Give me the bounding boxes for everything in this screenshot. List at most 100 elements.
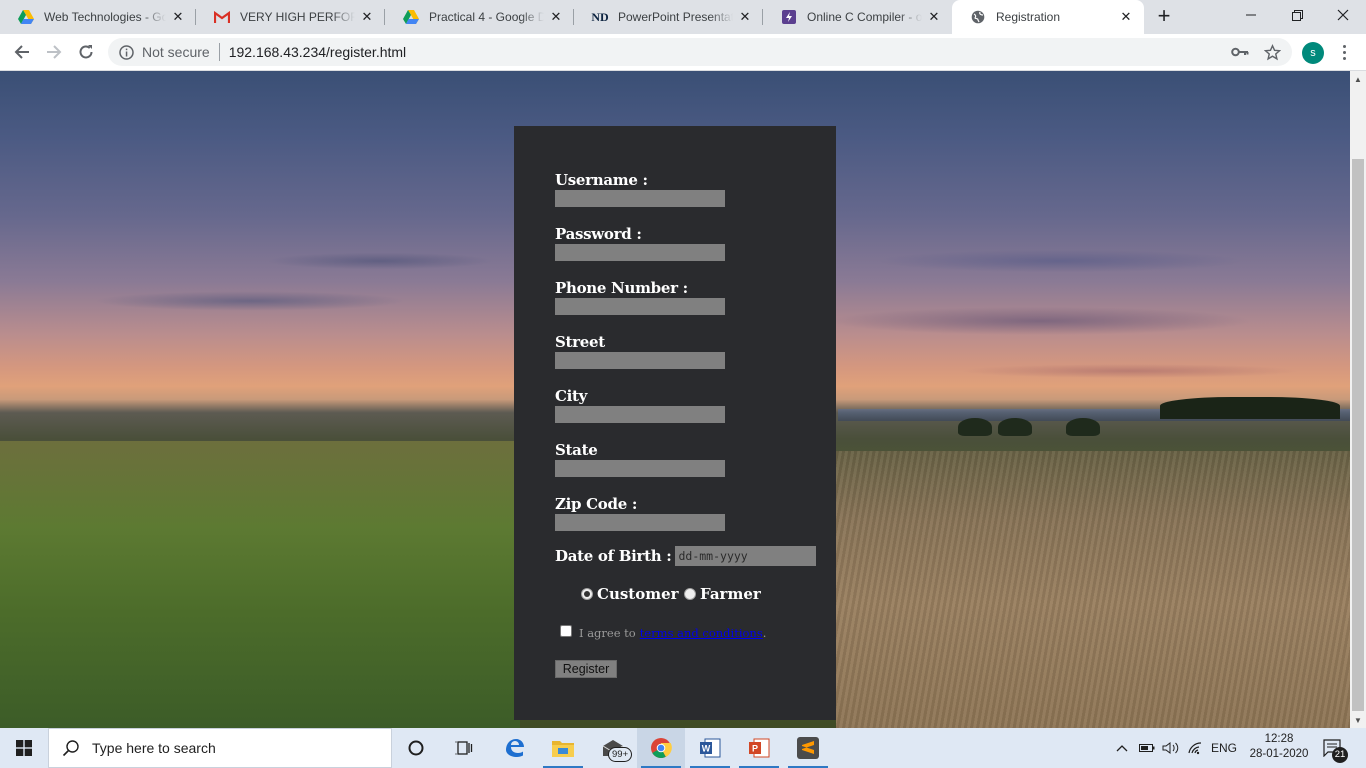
forward-button[interactable] [42, 40, 66, 64]
terms-link[interactable]: terms and conditions [640, 626, 763, 640]
farmer-radio[interactable] [684, 588, 696, 600]
google-drive-icon [403, 9, 419, 25]
edge-icon[interactable] [490, 728, 538, 768]
background-tree [958, 418, 992, 436]
chrome-icon[interactable] [637, 728, 685, 768]
state-input[interactable] [555, 460, 725, 477]
password-input[interactable] [555, 244, 725, 261]
customer-radio[interactable] [581, 588, 593, 600]
taskbar-search[interactable]: Type here to search [48, 728, 392, 768]
phone-label: Phone Number : [555, 279, 688, 297]
back-button[interactable] [10, 40, 34, 64]
street-input[interactable] [555, 352, 725, 369]
info-icon[interactable] [118, 44, 134, 60]
state-label: State [555, 441, 598, 459]
date-of-birth-label: Date of Birth : [555, 547, 672, 565]
cortana-icon[interactable] [392, 728, 440, 768]
close-icon[interactable]: ✕ [170, 9, 186, 25]
close-window-button[interactable] [1320, 0, 1366, 30]
scroll-down-arrow-icon[interactable]: ▼ [1350, 712, 1366, 728]
battery-icon[interactable] [1136, 728, 1158, 768]
scroll-up-arrow-icon[interactable]: ▲ [1350, 71, 1366, 87]
svg-text:P: P [752, 744, 758, 754]
scroll-thumb[interactable] [1352, 159, 1364, 711]
state-field: State [555, 441, 725, 477]
background-tree [998, 418, 1032, 436]
agree-checkbox[interactable] [560, 625, 572, 637]
registration-form: Username : Password : Phone Number : Str… [514, 126, 836, 720]
background-tree [1066, 418, 1100, 436]
wifi-icon[interactable] [1184, 728, 1206, 768]
word-icon[interactable]: W [686, 728, 734, 768]
agree-text: I agree to [579, 626, 636, 640]
close-icon[interactable]: ✕ [548, 9, 564, 25]
tab-title: Online C Compiler - onl [807, 10, 922, 24]
mail-icon[interactable]: 99+ [589, 728, 637, 768]
sublime-text-icon[interactable] [784, 728, 832, 768]
tab-very-high-performa[interactable]: VERY HIGH PERFORMA ✕ [196, 0, 385, 34]
more-menu-icon[interactable] [1336, 42, 1352, 62]
new-tab-button[interactable]: + [1152, 5, 1176, 29]
url-text[interactable]: 192.168.43.234/register.html [229, 44, 406, 60]
security-label: Not secure [142, 44, 210, 60]
file-explorer-icon[interactable] [539, 728, 587, 768]
svg-text:W: W [702, 744, 711, 754]
tab-title: Practical 4 - Google Dri [429, 10, 544, 24]
date-of-birth-input[interactable]: dd-mm-yyyy [675, 546, 817, 566]
mail-badge: 99+ [608, 747, 633, 762]
street-field: Street [555, 333, 725, 369]
tab-web-technologies[interactable]: Web Technologies - Go ✕ [0, 0, 196, 34]
task-view-icon[interactable] [440, 728, 488, 768]
username-label: Username : [555, 171, 648, 189]
profile-avatar[interactable]: s [1302, 42, 1324, 64]
register-button[interactable]: Register [555, 660, 617, 678]
close-icon[interactable]: ✕ [1118, 9, 1134, 25]
close-icon[interactable]: ✕ [359, 9, 375, 25]
start-button[interactable] [0, 728, 48, 768]
reload-icon [79, 45, 93, 59]
show-hidden-icons-icon[interactable] [1112, 728, 1132, 768]
zip-code-field: Zip Code : [555, 495, 725, 531]
tab-online-c-compiler[interactable]: Online C Compiler - onl ✕ [763, 0, 952, 34]
city-field: City [555, 387, 725, 423]
reload-button[interactable] [74, 40, 98, 64]
password-field: Password : [555, 225, 725, 261]
role-option-farmer[interactable]: Farmer [684, 585, 761, 603]
background-grass-field [0, 441, 520, 728]
phone-input[interactable] [555, 298, 725, 315]
tab-title: Web Technologies - Go [44, 10, 166, 24]
tab-title: VERY HIGH PERFORMA [240, 10, 355, 24]
tab-registration[interactable]: Registration ✕ [952, 0, 1144, 34]
tab-practical-4[interactable]: Practical 4 - Google Dri ✕ [385, 0, 574, 34]
page-viewport: Username : Password : Phone Number : Str… [0, 71, 1366, 728]
minimize-button[interactable] [1228, 0, 1274, 30]
zip-code-input[interactable] [555, 514, 725, 531]
star-icon[interactable] [1262, 42, 1282, 62]
username-field: Username : [555, 171, 725, 207]
gmail-icon [214, 9, 230, 25]
close-icon[interactable]: ✕ [926, 9, 942, 25]
restore-button[interactable] [1274, 0, 1320, 30]
page-scrollbar[interactable]: ▲ ▼ [1350, 71, 1366, 728]
street-label: Street [555, 333, 605, 351]
close-icon[interactable]: ✕ [737, 9, 753, 25]
search-icon [62, 740, 79, 757]
tab-powerpoint-presentation[interactable]: ND PowerPoint Presentation ✕ [574, 0, 763, 34]
username-input[interactable] [555, 190, 725, 207]
forward-arrow-icon [47, 45, 62, 59]
key-icon[interactable] [1230, 42, 1250, 62]
browser-toolbar: Not secure 192.168.43.234/register.html … [0, 34, 1366, 71]
role-option-customer[interactable]: Customer [581, 585, 679, 603]
clock-date: 28-01-2020 [1249, 748, 1309, 760]
volume-icon[interactable] [1160, 728, 1182, 768]
city-input[interactable] [555, 406, 725, 423]
powerpoint-icon[interactable]: P [735, 728, 783, 768]
address-bar[interactable]: Not secure 192.168.43.234/register.html [108, 38, 1292, 66]
tab-strip: Web Technologies - Go ✕ VERY HIGH PERFOR… [0, 0, 1366, 34]
customer-label: Customer [597, 585, 679, 603]
google-drive-icon [18, 9, 34, 25]
language-indicator[interactable]: ENG [1208, 728, 1240, 768]
action-center-icon[interactable]: 21 [1318, 728, 1348, 768]
taskbar-clock[interactable]: 12:28 28-01-2020 [1244, 732, 1314, 762]
agree-suffix: . [762, 626, 767, 640]
